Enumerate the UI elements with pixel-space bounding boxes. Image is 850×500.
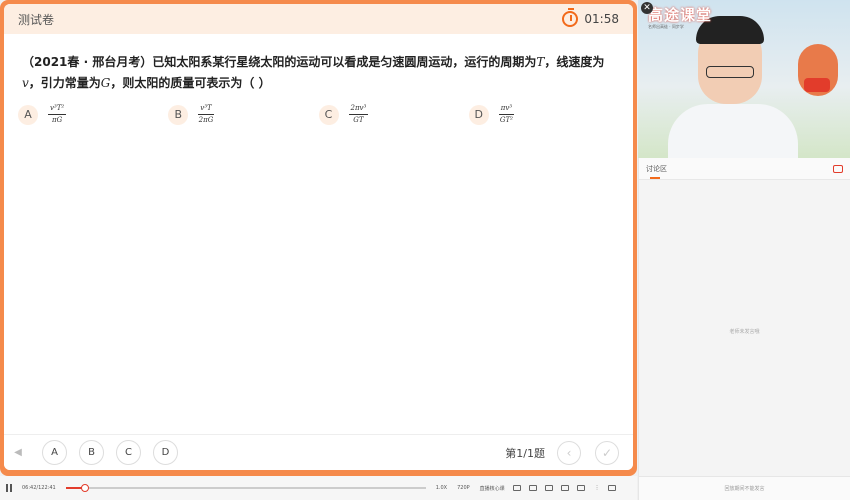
formula-num: v³T² bbox=[48, 104, 67, 115]
collapse-left-icon[interactable]: ◀ bbox=[6, 447, 30, 458]
formula-den: πG bbox=[52, 116, 63, 124]
quality-button[interactable]: 720P bbox=[457, 485, 470, 491]
player-bar: 06:42/122:41 1.0X 720P 直播核心课 ⋮ bbox=[0, 476, 637, 500]
option-c[interactable]: C 2πv³ GT bbox=[318, 104, 469, 125]
options: A v³T² πG B v³T 2πG C 2πv³ GT D πv³ GT² bbox=[4, 94, 633, 125]
pause-icon[interactable] bbox=[6, 484, 14, 492]
brand-logo: 高途课堂 bbox=[648, 6, 713, 24]
answer-button-b[interactable]: B bbox=[79, 440, 104, 465]
answer-button-c[interactable]: C bbox=[116, 440, 141, 465]
close-icon[interactable]: ✕ bbox=[641, 2, 653, 14]
chat-panel: 讨论区 老师未发言哦 bbox=[638, 158, 850, 476]
option-d[interactable]: D πv³ GT² bbox=[468, 104, 619, 125]
progress-handle[interactable] bbox=[81, 484, 90, 492]
chat-title: 讨论区 bbox=[646, 164, 667, 179]
option-a[interactable]: A v³T² πG bbox=[18, 104, 168, 125]
quiz-panel: 测试卷 01:58 （2021春 · 邢台月考）已知太阳系某行星绕太阳的运动可以… bbox=[4, 4, 633, 470]
volume-icon[interactable] bbox=[512, 485, 521, 491]
message-icon[interactable] bbox=[833, 164, 843, 173]
live-label: 直播核心课 bbox=[479, 485, 505, 492]
quiz-header: 测试卷 01:58 bbox=[4, 4, 633, 34]
option-b[interactable]: B v³T 2πG bbox=[168, 104, 318, 125]
question-var: v bbox=[22, 76, 29, 90]
formula-num: 2πv³ bbox=[348, 104, 369, 115]
timer: 01:58 bbox=[562, 8, 619, 27]
option-letter: A bbox=[18, 104, 38, 125]
option-formula: 2πv³ GT bbox=[348, 104, 369, 125]
brand-slogan: 名师出高徒 · 同步学 bbox=[648, 24, 684, 29]
option-letter: B bbox=[168, 104, 189, 125]
page-indicator: 第1/1题 bbox=[505, 446, 545, 460]
answer-button-a[interactable]: A bbox=[42, 440, 67, 465]
answer-button-d[interactable]: D bbox=[153, 440, 178, 465]
formula-num: πv³ bbox=[498, 104, 515, 115]
eye-icon[interactable] bbox=[576, 485, 585, 491]
question-part: 已知太阳系某行星绕太阳的运动可以看成是匀速圆周运动，运行的周期为 bbox=[152, 55, 537, 69]
formula-den: GT² bbox=[499, 116, 513, 124]
mascot-shirt bbox=[804, 78, 830, 92]
question-part: ，线速度为 bbox=[544, 55, 605, 69]
prev-question-button[interactable]: ‹ bbox=[557, 440, 581, 465]
question-text: （2021春 · 邢台月考）已知太阳系某行星绕太阳的运动可以看成是匀速圆周运动，… bbox=[4, 34, 633, 94]
formula-num: v³T bbox=[198, 104, 214, 115]
speed-button[interactable]: 1.0X bbox=[436, 485, 447, 491]
chat-header: 讨论区 bbox=[639, 158, 850, 180]
teacher-video: 高途课堂 名师出高徒 · 同步学 ✕ bbox=[638, 0, 850, 158]
screenshot-icon[interactable] bbox=[544, 485, 553, 491]
option-letter: C bbox=[318, 104, 339, 125]
option-formula: v³T 2πG bbox=[198, 104, 214, 125]
question-source: （2021春 · 邢台月考） bbox=[22, 55, 153, 69]
option-formula: v³T² πG bbox=[48, 104, 67, 125]
chat-input[interactable]: 回放期间不能发言 bbox=[638, 476, 850, 500]
question-part: ，则太阳的质量可表示为（ ） bbox=[110, 76, 271, 90]
formula-den: GT bbox=[353, 116, 364, 124]
fullscreen-icon[interactable] bbox=[607, 485, 616, 491]
progress-bar[interactable] bbox=[65, 484, 426, 492]
question-part: ，引力常量为 bbox=[28, 76, 101, 90]
teacher-body bbox=[668, 104, 798, 158]
subtitle-icon[interactable] bbox=[528, 485, 537, 491]
submit-check-button[interactable]: ✓ bbox=[595, 440, 619, 465]
quiz-footer: ◀ A B C D 第1/1题 ‹ ✓ bbox=[4, 434, 633, 470]
option-formula: πv³ GT² bbox=[498, 104, 515, 125]
formula-den: 2πG bbox=[198, 116, 214, 124]
playback-time: 06:42/122:41 bbox=[22, 485, 56, 491]
glasses-icon bbox=[706, 66, 754, 78]
quiz-title: 测试卷 bbox=[18, 12, 55, 27]
question-var: G bbox=[100, 76, 111, 90]
more-icon[interactable]: ⋮ bbox=[595, 485, 600, 491]
option-letter: D bbox=[468, 104, 489, 125]
notes-icon[interactable] bbox=[560, 485, 569, 491]
stopwatch-icon bbox=[562, 8, 579, 27]
timer-value: 01:58 bbox=[584, 12, 619, 26]
chat-empty-state: 老师未发言哦 bbox=[729, 329, 760, 335]
